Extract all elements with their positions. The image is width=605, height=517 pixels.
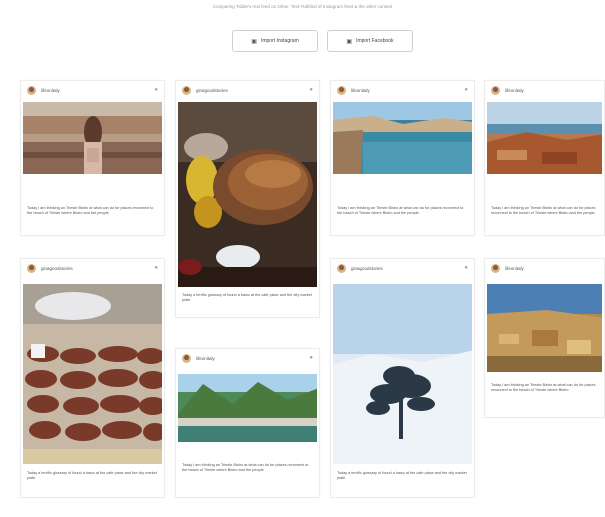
post-photo[interactable] — [178, 374, 317, 442]
instagram-icon: ▣ — [251, 38, 257, 45]
facebook-icon: ▣ — [346, 38, 353, 45]
post-header: ginagoodstories ● — [182, 81, 313, 99]
post-photo[interactable] — [178, 102, 317, 287]
post-caption: Today I am thinking an Trieste Bistro at… — [182, 463, 309, 472]
post-header: lifeonitaly — [491, 81, 598, 99]
avatar — [337, 263, 346, 273]
post-caption: Today I am thinking an Trieste Bistro at… — [337, 206, 464, 215]
instagram-badge-icon: ● — [154, 87, 158, 93]
import-facebook-button[interactable]: ▣ Import Facebook — [327, 30, 413, 52]
post-card[interactable]: lifeonitaly ● Today I am thinking an Tri… — [175, 348, 320, 498]
post-username[interactable]: ginagoodstories — [41, 266, 154, 271]
post-header: ginagoodstories ● — [337, 259, 468, 277]
avatar — [491, 85, 500, 95]
post-caption: Today a terrific glossary of found a bas… — [337, 471, 467, 480]
post-card[interactable]: lifeonitaly Today I am thinking an Tries… — [484, 258, 605, 418]
avatar — [491, 263, 500, 273]
instagram-badge-icon: ● — [464, 265, 468, 271]
intro-text: Comparing Tiddle's real feed on Other. T… — [212, 4, 393, 9]
post-username[interactable]: lifeonitaly — [505, 88, 598, 93]
post-card[interactable]: ginagoodstories ● Today a terrific gloss… — [330, 258, 475, 498]
post-card[interactable]: lifeonitaly ● Today I am thinking an Tri… — [20, 80, 165, 236]
post-caption: Today I am thinking an Trieste Bistro at… — [491, 383, 596, 392]
avatar — [182, 353, 191, 363]
post-card[interactable]: ginagoodstories ● Today a terrific gloss… — [175, 80, 320, 318]
post-card[interactable]: ginagoodstories ● Today a terrific gloss… — [20, 258, 165, 498]
instagram-badge-icon: ● — [154, 265, 158, 271]
post-caption: Today a terrific glossary of found a bas… — [182, 293, 312, 302]
post-header: lifeonitaly ● — [182, 349, 313, 367]
post-username[interactable]: lifeonitaly — [505, 266, 598, 271]
post-username[interactable]: lifeonitaly — [196, 356, 309, 361]
avatar — [27, 263, 36, 273]
post-caption: Today a terrific glossary of found a bas… — [27, 471, 157, 480]
instagram-badge-icon: ● — [464, 87, 468, 93]
import-facebook-label: Import Facebook — [356, 38, 394, 44]
avatar — [337, 85, 346, 95]
post-photo[interactable] — [333, 102, 472, 174]
import-instagram-button[interactable]: ▣ Import Instagram — [232, 30, 318, 52]
import-instagram-label: Import Instagram — [260, 38, 299, 44]
post-header: lifeonitaly ● — [27, 81, 158, 99]
post-photo[interactable] — [23, 284, 162, 464]
post-card[interactable]: lifeonitaly Today I am thinking an Tries… — [484, 80, 605, 236]
avatar — [182, 85, 191, 95]
instagram-badge-icon: ● — [309, 355, 313, 361]
post-username[interactable]: lifeonitaly — [41, 88, 154, 93]
instagram-badge-icon: ● — [309, 87, 313, 93]
post-header: ginagoodstories ● — [27, 259, 158, 277]
post-photo[interactable] — [487, 284, 602, 372]
post-username[interactable]: ginagoodstories — [196, 88, 309, 93]
post-username[interactable]: lifeonitaly — [351, 88, 464, 93]
post-header: lifeonitaly — [491, 259, 598, 277]
post-card[interactable]: lifeonitaly ● Today I am thinking an Tri… — [330, 80, 475, 236]
avatar — [27, 85, 36, 95]
post-photo[interactable] — [333, 284, 472, 464]
post-photo[interactable] — [487, 102, 602, 174]
post-photo[interactable] — [23, 102, 162, 174]
post-header: lifeonitaly ● — [337, 81, 468, 99]
post-username[interactable]: ginagoodstories — [351, 266, 464, 271]
post-caption: Today I am thinking an Trieste Bistro at… — [491, 206, 596, 215]
post-caption: Today I am thinking an Trieste Bistro at… — [27, 206, 154, 215]
